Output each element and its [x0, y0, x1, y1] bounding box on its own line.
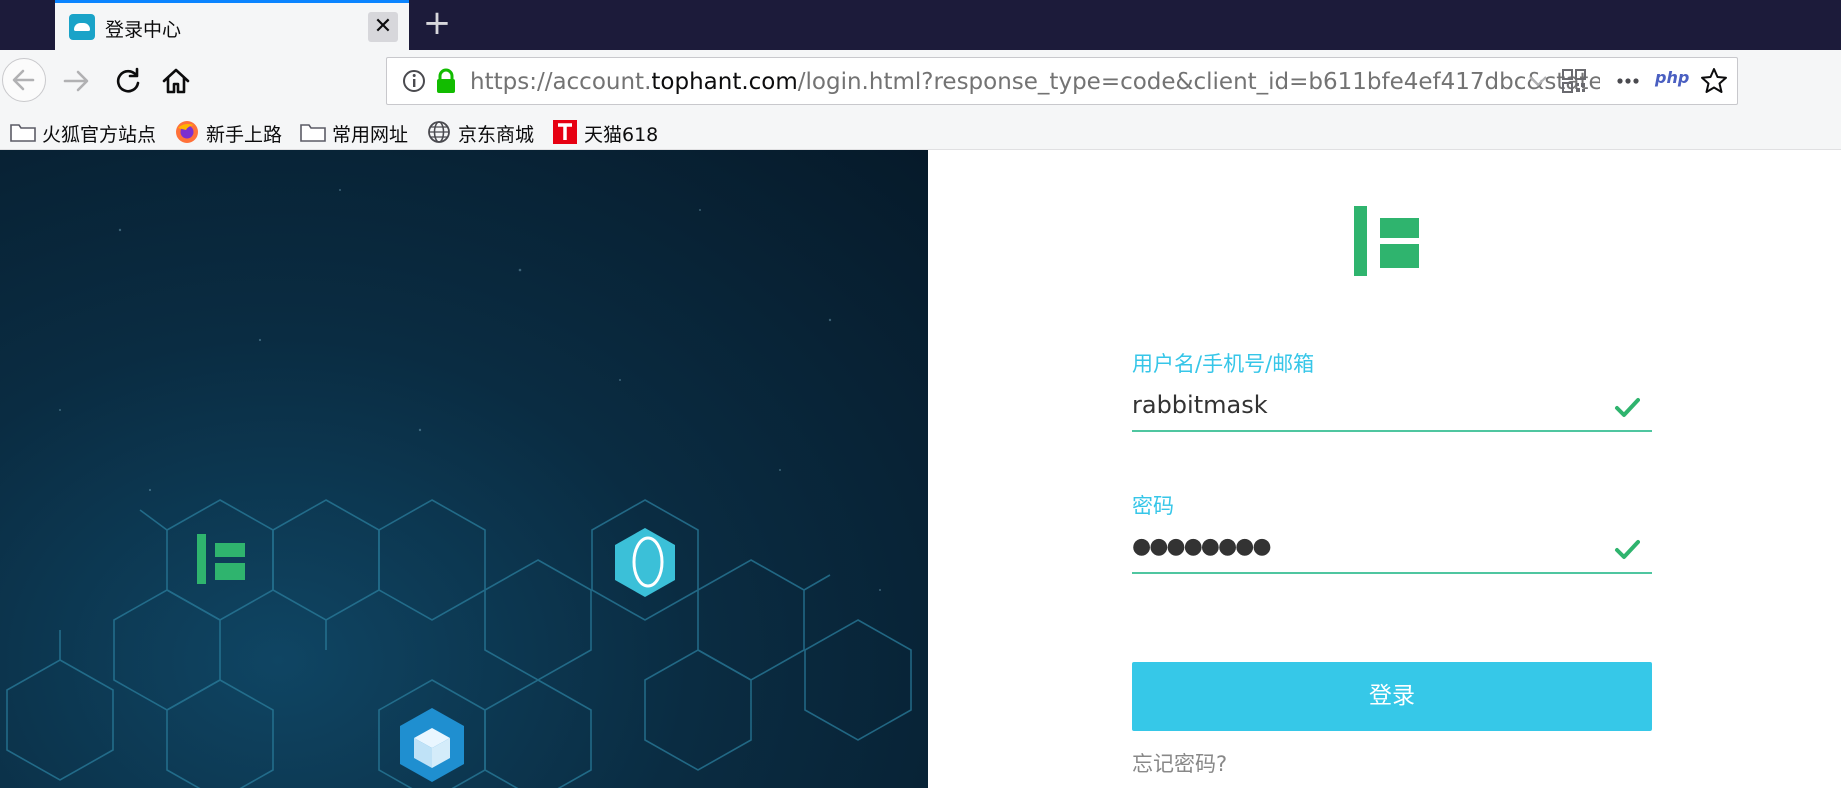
bookmark-label: 新手上路 [206, 124, 283, 146]
site-favicon-icon [69, 14, 95, 40]
url-domain: tophant.com [651, 69, 798, 95]
forward-button[interactable] [58, 63, 94, 99]
new-tab-button[interactable]: + [420, 6, 454, 40]
tab-strip: 登录中心 ✕ + [0, 0, 1841, 50]
secure-lock-icon[interactable] [429, 64, 463, 98]
login-panel: 用户名/手机号/邮箱 rabbitmask 密码 ●●●●●●●● 登录 忘记密… [928, 150, 1841, 788]
password-label: 密码 [1132, 494, 1174, 518]
forgot-password-link[interactable]: 忘记密码? [1132, 748, 1227, 778]
home-button[interactable] [158, 63, 194, 99]
product-logo-hexagon [615, 528, 675, 597]
home-icon [162, 68, 190, 94]
bookmark-star-icon[interactable] [1697, 64, 1731, 98]
bookmarks-toolbar: 火狐官方站点 新手上路 常用网址 京东商城 天猫618 [0, 115, 1841, 150]
tab-title: 登录中心 [105, 19, 182, 41]
reload-icon [116, 67, 140, 93]
bookmark-label: 常用网址 [332, 124, 409, 146]
bookmark-label: 天猫618 [584, 124, 659, 146]
hexagon-network-illustration [6, 189, 912, 788]
url-prefix: https://account. [470, 69, 652, 95]
username-input[interactable]: rabbitmask [1132, 391, 1268, 419]
cube-logo-hexagon [400, 708, 464, 782]
firefox-icon [176, 121, 198, 143]
checkmark-icon [1615, 398, 1640, 417]
password-input[interactable]: ●●●●●●●● [1132, 534, 1272, 559]
forward-arrow-icon [63, 70, 89, 92]
bookmark-label: 京东商城 [458, 124, 535, 146]
chevron-down-icon[interactable] [1521, 64, 1555, 98]
checkmark-icon [1615, 540, 1640, 559]
back-button[interactable] [2, 58, 46, 102]
reload-button[interactable] [110, 63, 146, 99]
hero-illustration-panel [0, 150, 928, 788]
url-text[interactable]: https://account.tophant.com/login.html?r… [470, 69, 1600, 95]
navigation-toolbar: https://account.tophant.com/login.html?r… [0, 50, 1841, 115]
tab-login-center[interactable]: 登录中心 ✕ [55, 0, 409, 50]
url-path: /login.html?response_type=code&client_id… [797, 69, 1600, 95]
site-info-icon[interactable] [397, 64, 431, 98]
brand-logo-hexagon [197, 534, 245, 584]
qr-code-icon[interactable] [1557, 64, 1591, 98]
tab-close-button[interactable]: ✕ [368, 12, 398, 42]
username-field[interactable]: rabbitmask [1132, 388, 1652, 432]
brand-logo [1354, 206, 1419, 276]
back-arrow-icon [12, 69, 35, 91]
login-button[interactable]: 登录 [1132, 662, 1652, 731]
bookmark-label: 火狐官方站点 [42, 124, 157, 146]
username-label: 用户名/手机号/邮箱 [1132, 352, 1315, 376]
url-bar[interactable]: https://account.tophant.com/login.html?r… [386, 57, 1738, 105]
php-extension-icon[interactable]: php [1655, 68, 1695, 102]
folder-icon [10, 124, 36, 142]
tmall-icon [553, 120, 577, 144]
more-actions-icon[interactable] [1611, 64, 1645, 98]
globe-icon [428, 121, 450, 143]
password-field[interactable]: ●●●●●●●● [1132, 530, 1652, 574]
folder-icon [300, 124, 326, 142]
